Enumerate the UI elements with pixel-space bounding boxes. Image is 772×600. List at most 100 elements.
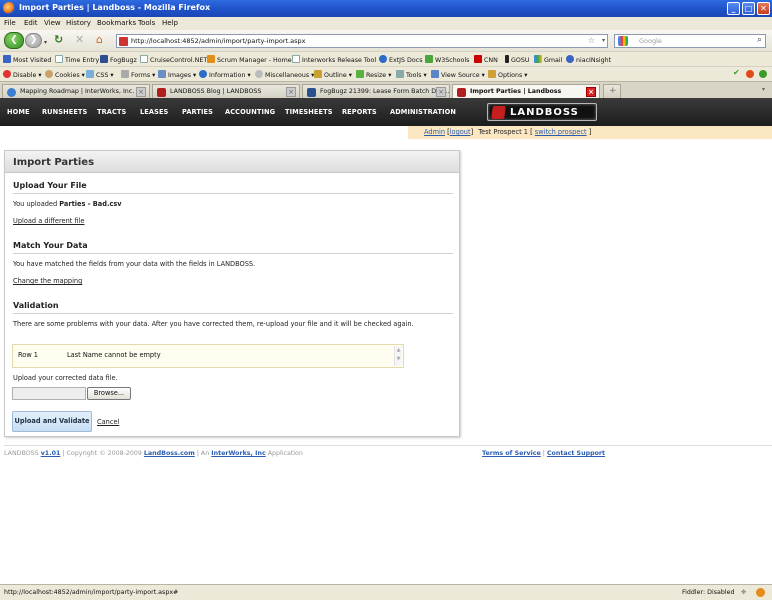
search-box[interactable]: Google ⌕ (614, 34, 766, 48)
logo-text: LANDBOSS (510, 107, 579, 118)
url-bar[interactable]: http://localhost:4852/admin/import/party… (116, 34, 608, 48)
fiddler-icon[interactable]: ✥ (741, 585, 746, 600)
tab-close-icon[interactable]: × (136, 87, 146, 97)
file-path-input[interactable] (12, 387, 86, 400)
reload-icon[interactable]: ↻ (54, 34, 63, 46)
menu-view[interactable]: View (44, 19, 61, 27)
upload-different-link[interactable]: Upload a different file (13, 217, 84, 225)
url-dropdown-icon[interactable]: ▾ (602, 35, 605, 47)
footer-application: Application (267, 450, 303, 457)
dev-images[interactable]: Images ▾ (158, 70, 196, 79)
bookmark-w3schools[interactable]: W3Schools (425, 55, 469, 64)
nav-leases[interactable]: LEASES (140, 108, 168, 116)
upload-and-validate-button[interactable]: Upload and Validate (12, 411, 92, 432)
switch-prospect-link[interactable]: switch prospect (535, 128, 587, 136)
error-row-number: Row 1 (18, 351, 39, 359)
tab-close-icon[interactable]: × (286, 87, 296, 97)
admin-link[interactable]: Admin (424, 128, 445, 136)
dev-tools[interactable]: Tools ▾ (396, 70, 427, 79)
landboss-favicon-icon (157, 88, 166, 97)
dev-miscellaneous[interactable]: Miscellaneous ▾ (255, 70, 314, 79)
bookmark-gosu[interactable]: GOSU (505, 55, 529, 64)
bracket-close: ] (470, 128, 474, 136)
site-favicon-icon (119, 37, 128, 46)
bookmark-release-tool[interactable]: Interworks Release Tool (292, 55, 376, 64)
minimize-button[interactable]: _ (727, 2, 740, 15)
uploaded-filename: Parties - Bad.csv (59, 200, 122, 208)
new-tab-button[interactable]: + (603, 84, 621, 99)
home-icon[interactable]: ⌂ (96, 34, 103, 46)
bookmark-cruisecontrol[interactable]: CruiseControl.NET (140, 55, 207, 64)
dev-resize[interactable]: Resize ▾ (356, 70, 391, 79)
status-url: http://localhost:4852/admin/import/party… (4, 589, 179, 596)
menu-bar: File Edit View History Bookmarks Tools H… (0, 17, 772, 30)
menu-help[interactable]: Help (162, 19, 178, 27)
dev-disable[interactable]: Disable ▾ (3, 70, 42, 79)
interworks-favicon-icon (7, 88, 16, 97)
bookmark-fogbugz[interactable]: FogBugz (100, 55, 137, 64)
browse-button[interactable]: Browse... (87, 387, 131, 400)
stop-icon[interactable]: ✕ (75, 34, 84, 46)
match-text: You have matched the fields from your da… (13, 260, 256, 268)
bookmark-niacinsight[interactable]: niacINsight (566, 55, 611, 64)
menu-file[interactable]: File (4, 19, 16, 27)
match-heading: Match Your Data (13, 241, 88, 250)
nav-administration[interactable]: ADMINISTRATION (390, 108, 456, 116)
bookmark-gmail[interactable]: Gmail (534, 55, 562, 64)
tab-mapping-roadmap[interactable]: Mapping Roadmap | InterWorks, Inc. × (2, 84, 150, 99)
history-dropdown-icon[interactable]: ▾ (44, 37, 47, 49)
nav-runsheets[interactable]: RUNSHEETS (42, 108, 87, 116)
bookmark-scrum-manager[interactable]: Scrum Manager - Home (207, 55, 292, 64)
bookmark-most-visited[interactable]: Most Visited (3, 55, 51, 64)
menu-history[interactable]: History (66, 19, 91, 27)
landboss-site-link[interactable]: LandBoss.com (144, 450, 195, 457)
forward-icon[interactable]: ❯ (25, 33, 42, 48)
nav-reports[interactable]: REPORTS (342, 108, 377, 116)
search-icon[interactable]: ⌕ (757, 34, 762, 46)
footer-brand: LANDBOSS (4, 450, 39, 457)
cancel-link[interactable]: Cancel (97, 418, 119, 426)
version-link[interactable]: v1.01 (41, 450, 61, 457)
fiddler-status[interactable]: Fiddler: Disabled (682, 585, 735, 600)
change-mapping-link[interactable]: Change the mapping (13, 277, 82, 285)
dev-css[interactable]: CSS ▾ (86, 70, 114, 79)
current-prospect: Test Prospect 1 (478, 128, 528, 136)
tab-list-icon[interactable]: ▾ (762, 86, 765, 93)
tab-fogbugz[interactable]: FogBugz 21399: Lease Form Batch Doc... × (302, 84, 450, 99)
interworks-link[interactable]: InterWorks, Inc (211, 450, 265, 457)
dev-outline[interactable]: Outline ▾ (314, 70, 352, 79)
tab-close-icon[interactable]: × (586, 87, 596, 97)
bookmark-star-icon[interactable]: ☆ (588, 35, 595, 47)
terms-of-service-link[interactable]: Terms of Service (482, 450, 541, 457)
menu-tools[interactable]: Tools (138, 19, 155, 27)
contact-support-link[interactable]: Contact Support (547, 450, 605, 457)
uploaded-prefix: You uploaded (13, 200, 58, 208)
dev-forms[interactable]: Forms ▾ (121, 70, 155, 79)
firebug-icon[interactable] (756, 588, 765, 597)
footer-an: | An (196, 450, 210, 457)
tab-landboss-blog[interactable]: LANDBOSS Blog | LANDBOSS × (152, 84, 300, 99)
bookmark-cnn[interactable]: CNN (474, 55, 498, 64)
back-icon[interactable]: ❮ (4, 32, 24, 49)
tab-close-icon[interactable]: × (436, 87, 446, 97)
nav-accounting[interactable]: ACCOUNTING (225, 108, 275, 116)
menu-edit[interactable]: Edit (24, 19, 38, 27)
bookmark-time-entry[interactable]: Time Entry (55, 55, 99, 64)
dev-view-source[interactable]: View Source ▾ (431, 70, 485, 79)
nav-timesheets[interactable]: TIMESHEETS (285, 108, 333, 116)
validation-errors-list[interactable]: Row 1 Last Name cannot be empty ▲ ▼ (12, 344, 404, 368)
nav-parties[interactable]: PARTIES (182, 108, 213, 116)
maximize-button[interactable]: □ (742, 2, 755, 15)
logout-link[interactable]: logout (450, 128, 471, 136)
bookmark-extjs-docs[interactable]: ExtJS Docs (379, 55, 422, 64)
nav-home[interactable]: HOME (7, 108, 30, 116)
dev-options[interactable]: Options ▾ (488, 70, 527, 79)
dev-information[interactable]: Information ▾ (199, 70, 251, 79)
error-icon (746, 70, 756, 79)
menu-bookmarks[interactable]: Bookmarks (97, 19, 136, 27)
close-window-button[interactable]: ✕ (757, 2, 770, 15)
errors-scrollbar[interactable]: ▲ ▼ (394, 346, 402, 366)
footer-copyright: LANDBOSS v1.01 | Copyright © 2008-2009 L… (4, 450, 303, 457)
dev-cookies[interactable]: Cookies ▾ (45, 70, 85, 79)
nav-tracts[interactable]: TRACTS (97, 108, 126, 116)
